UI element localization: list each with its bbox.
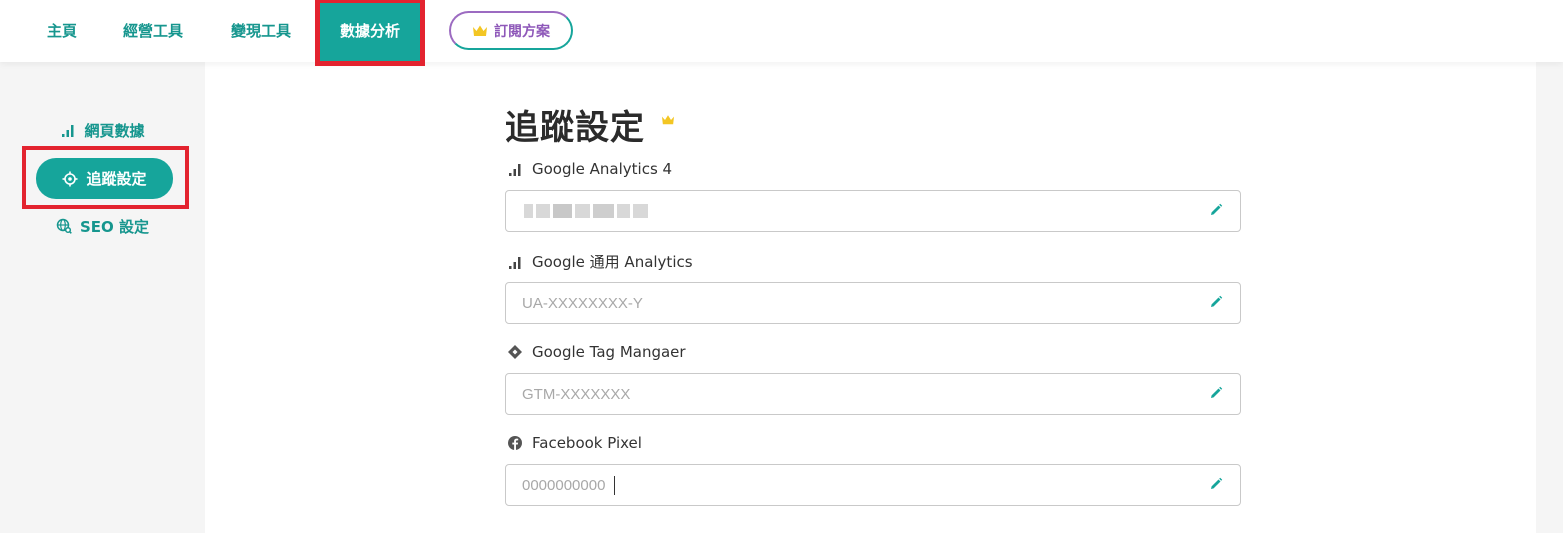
diamond-tag-icon <box>507 344 523 360</box>
ga4-field <box>505 190 1241 232</box>
sidebar-item-label: 網頁數據 <box>84 121 145 140</box>
right-gutter <box>1536 62 1563 533</box>
page-title: 追蹤設定 <box>505 108 645 148</box>
ga4-input[interactable] <box>506 191 1196 231</box>
globe-search-icon <box>56 218 72 234</box>
bar-chart-icon <box>60 122 76 138</box>
facebook-pixel-input[interactable] <box>506 465 1196 505</box>
top-nav: 主頁 經營工具 變現工具 數據分析 訂閱方案 <box>0 0 1563 66</box>
edit-pencil-icon[interactable] <box>1208 385 1224 401</box>
edit-pencil-icon[interactable] <box>1208 202 1224 218</box>
bar-chart-icon <box>507 161 523 177</box>
sidebar-item-label: SEO 設定 <box>79 217 150 236</box>
main-content: 追蹤設定 Google Analytics 4 Google 通用 Analyt… <box>205 62 1536 533</box>
subscribe-plan-button[interactable]: 訂閱方案 <box>449 11 573 50</box>
universal-analytics-input[interactable] <box>506 283 1196 323</box>
sidebar: 網頁數據 追蹤設定 SEO 設定 <box>0 62 205 533</box>
crown-icon <box>472 23 488 39</box>
gtm-input[interactable] <box>506 374 1196 414</box>
crosshair-icon <box>62 171 78 187</box>
crown-icon <box>661 114 675 126</box>
nav-home[interactable]: 主頁 <box>47 0 77 62</box>
edit-pencil-icon[interactable] <box>1208 476 1224 492</box>
subscribe-plan-label: 訂閱方案 <box>494 23 550 40</box>
bar-chart-icon <box>507 254 523 270</box>
sidebar-active-highlight: 追蹤設定 <box>22 146 189 209</box>
facebook-icon <box>507 435 523 451</box>
nav-monetization-tools[interactable]: 變現工具 <box>231 0 291 62</box>
universal-analytics-field <box>505 282 1241 324</box>
nav-data-analytics[interactable]: 數據分析 <box>315 0 425 66</box>
field-label-ga4: Google Analytics 4 <box>507 160 672 178</box>
field-label-universal-analytics: Google 通用 Analytics <box>507 251 693 272</box>
sidebar-item-seo-settings[interactable]: SEO 設定 <box>0 214 205 238</box>
nav-operations-tools[interactable]: 經營工具 <box>123 0 183 62</box>
field-label-facebook-pixel: Facebook Pixel <box>507 434 642 452</box>
field-label-text: Google Analytics 4 <box>532 160 673 178</box>
edit-pencil-icon[interactable] <box>1208 294 1224 310</box>
field-label-text: Google Tag Mangaer <box>532 343 686 361</box>
sidebar-item-label: 追蹤設定 <box>86 170 147 188</box>
facebook-pixel-field <box>505 464 1241 506</box>
field-label-text: Google 通用 Analytics <box>532 253 693 271</box>
field-label-gtm: Google Tag Mangaer <box>507 343 686 361</box>
field-label-text: Facebook Pixel <box>532 434 642 452</box>
text-cursor <box>614 476 615 495</box>
gtm-field <box>505 373 1241 415</box>
sidebar-item-tracking-settings[interactable]: 追蹤設定 <box>36 158 173 199</box>
sidebar-item-web-data[interactable]: 網頁數據 <box>0 118 205 142</box>
